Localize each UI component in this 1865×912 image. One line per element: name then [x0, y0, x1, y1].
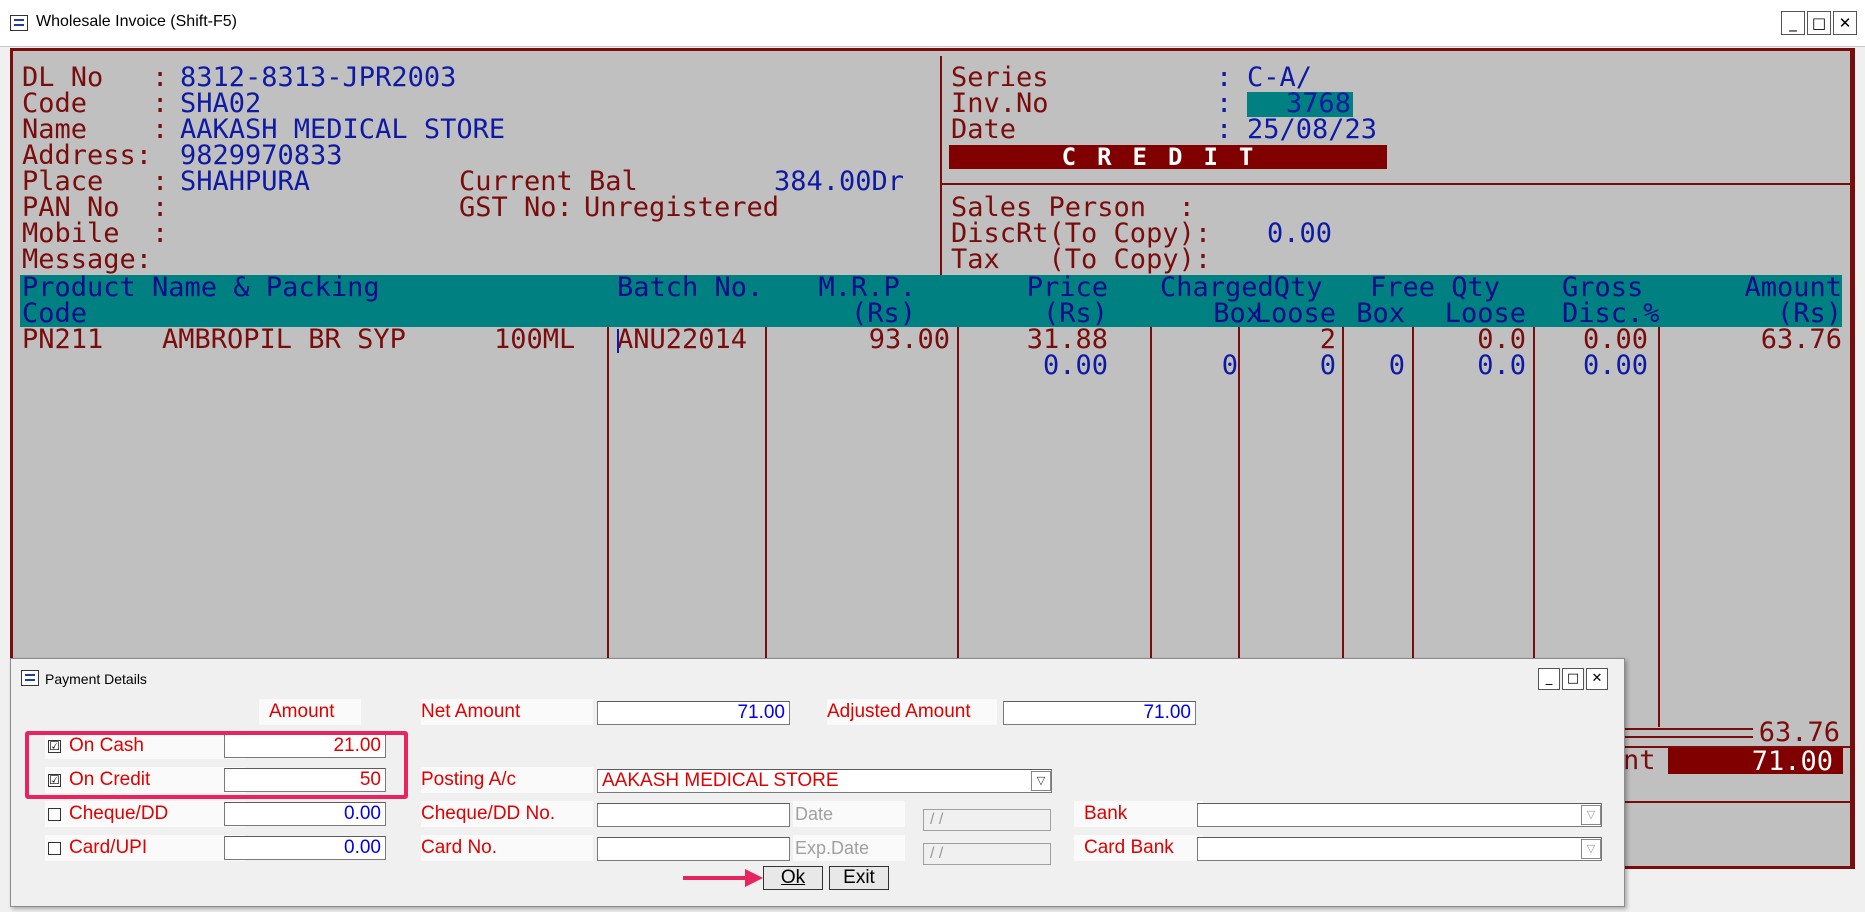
highlight-box [25, 731, 408, 799]
row1-mrp: 93.00 [868, 324, 950, 355]
row1-pack: 100ML [494, 324, 576, 355]
card-no-label: Card No. [421, 835, 593, 861]
header-divider-horizontal [940, 183, 1852, 185]
card-bank-label: Card Bank [1074, 835, 1203, 861]
subtotal-line-left2 [1623, 736, 1753, 738]
bank-label: Bank [1074, 801, 1203, 827]
credit-mode-banner: CREDIT [949, 145, 1387, 169]
date-value[interactable]: 25/08/23 [1247, 116, 1377, 143]
exit-button-label: Exit [843, 867, 875, 888]
dialog-title: Payment Details [45, 671, 147, 687]
grid-col-line [1238, 327, 1240, 659]
grid-col-line [765, 327, 767, 659]
ok-button-label: Ok [780, 867, 806, 888]
posting-ac-label: Posting A/c [421, 767, 593, 793]
subtotal-line-left [1623, 728, 1753, 730]
adjusted-amount-field: 71.00 [1003, 701, 1196, 725]
row2-charged-box[interactable]: 0 [1150, 352, 1238, 379]
card-no-field[interactable] [597, 837, 790, 861]
header-divider-vertical [940, 56, 942, 275]
exit-button[interactable]: Exit [829, 866, 889, 890]
text-cursor [617, 329, 619, 353]
close-button[interactable]: ✕ [1833, 11, 1857, 35]
cheque-no-field[interactable] [597, 803, 790, 827]
message-label: Message: [22, 244, 153, 275]
totals-divider-bottom [1623, 801, 1853, 803]
net-amount-label: Net Amount [421, 699, 593, 725]
row1-product-name[interactable]: AMBROPIL BR SYP [162, 326, 406, 353]
system-menu-icon[interactable] [21, 670, 39, 686]
gst-label: GST No: [459, 192, 573, 223]
net-total-value: 71.00 [1668, 748, 1843, 776]
dropdown-arrow-icon[interactable]: ▽ [1031, 771, 1051, 791]
grid-col-line [607, 327, 609, 659]
cheque-date-label: Date [793, 801, 905, 827]
current-balance-value: 384.00Dr [774, 166, 905, 197]
cheque-dd-checkbox-icon[interactable] [48, 808, 61, 821]
posting-ac-select[interactable]: AAKASH MEDICAL STORE [597, 769, 1052, 793]
row2-price[interactable]: 0.00 [960, 352, 1108, 379]
system-menu-icon[interactable] [10, 15, 28, 31]
row2-free-box[interactable]: 0 [1342, 352, 1405, 379]
dialog-minimize-button[interactable]: _ [1538, 668, 1560, 690]
annotation-arrow-shaft [683, 876, 747, 880]
tax-label: Tax (To Copy): [951, 244, 1212, 275]
net-label-tail: nt [1623, 745, 1656, 776]
dropdown-arrow-icon[interactable]: ▽ [1581, 805, 1601, 825]
col-free-box: Box [1356, 298, 1405, 329]
cheque-dd-label[interactable]: Cheque/DD [45, 801, 245, 827]
annotation-arrow-icon [745, 869, 763, 887]
place-value: SHAHPURA [180, 166, 311, 197]
row2-charged-loose[interactable]: 0 [1246, 352, 1336, 379]
net-amount-field: 71.00 [597, 701, 790, 725]
dropdown-arrow-icon[interactable]: ▽ [1581, 839, 1601, 859]
exp-date-field[interactable]: / / [923, 843, 1051, 865]
maximize-button[interactable]: □ [1807, 11, 1831, 35]
cheque-date-field[interactable]: / / [923, 809, 1051, 831]
row1-code[interactable]: PN211 [22, 326, 103, 353]
dialog-maximize-button[interactable]: □ [1562, 668, 1584, 690]
discrt-value: 0.00 [1267, 218, 1333, 249]
ok-button[interactable]: Ok [763, 866, 823, 890]
exp-date-label: Exp.Date [793, 835, 905, 861]
grid-col-line [957, 327, 959, 659]
cheque-dd-amount[interactable]: 0.00 [224, 802, 386, 826]
title-bar: Wholesale Invoice (Shift-F5) _ □ ✕ [0, 0, 1865, 47]
dialog-close-button[interactable]: ✕ [1586, 668, 1608, 690]
gst-value: Unregistered [584, 192, 780, 223]
canvas-right-border [1850, 48, 1852, 869]
row2-disc[interactable]: 0.00 [1533, 352, 1648, 379]
row2-free-loose[interactable]: 0.0 [1410, 352, 1526, 379]
date-label: Date [951, 114, 1017, 145]
bank-select[interactable] [1197, 803, 1602, 827]
adjusted-amount-label: Adjusted Amount [827, 699, 997, 725]
card-upi-checkbox-icon[interactable] [48, 842, 61, 855]
subtotal-value: 63.76 [1758, 717, 1840, 748]
col-batch-header: Batch No. [617, 272, 764, 303]
card-bank-select[interactable] [1197, 837, 1602, 861]
card-upi-label[interactable]: Card/UPI [45, 835, 245, 861]
payment-details-dialog: Payment Details _ □ ✕ Amount On Cash ☑ 2… [10, 658, 1625, 907]
grid-col-line [1658, 327, 1660, 727]
cheque-no-label: Cheque/DD No. [421, 801, 593, 827]
date-colon: : [1216, 114, 1233, 145]
row1-batch[interactable]: ANU22014 [617, 326, 747, 353]
window-title: Wholesale Invoice (Shift-F5) [36, 13, 237, 30]
amount-header: Amount [259, 699, 361, 725]
minimize-button[interactable]: _ [1781, 11, 1805, 35]
card-upi-amount[interactable]: 0.00 [224, 836, 386, 860]
row1-amount: 63.76 [1760, 324, 1842, 355]
